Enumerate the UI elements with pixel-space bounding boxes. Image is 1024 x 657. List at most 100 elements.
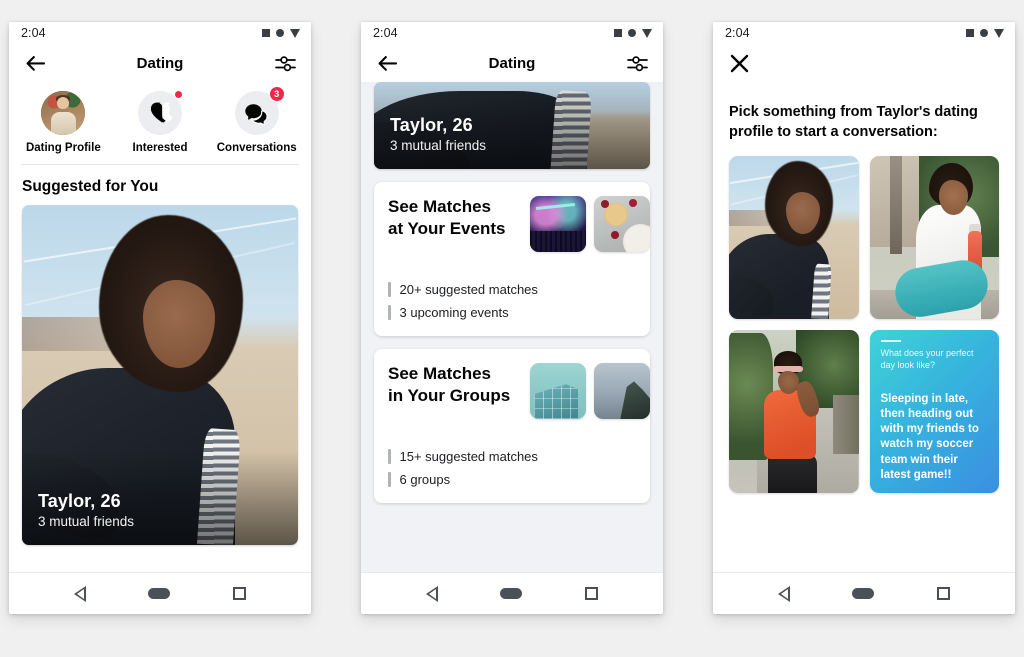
concert-aurora-thumbnail[interactable] — [530, 196, 586, 252]
circle-icon — [979, 28, 988, 38]
shortcut-dating-profile[interactable]: Dating Profile — [15, 91, 112, 154]
profile-question: What does your perfect day look like? — [880, 348, 974, 370]
android-nav-bar — [361, 572, 663, 614]
section-heading-suggested: Suggested for You — [22, 178, 159, 195]
beach-selfie-photo — [729, 156, 859, 319]
android-nav-bar — [9, 572, 311, 614]
shortcut-interested[interactable]: Interested — [112, 90, 209, 154]
matches-feed[interactable]: Taylor, 26 3 mutual friends See Matches … — [361, 82, 663, 572]
conversations-icon-circle: 3 — [234, 86, 285, 135]
card-thumbnails — [530, 196, 650, 252]
interested-badge-dot — [174, 90, 183, 99]
food-plate-thumbnail[interactable] — [594, 196, 650, 252]
phone-1-dating-home: 2:04 Dating Dating Profile Interested 3 … — [9, 22, 311, 614]
android-home-icon[interactable] — [500, 588, 523, 599]
glass-building-thumbnail[interactable] — [530, 363, 586, 419]
profile-banner-card[interactable]: Taylor, 26 3 mutual friends — [374, 82, 650, 169]
see-matches-in-groups-card[interactable]: See Matches in Your Groups 15+ suggested… — [374, 349, 650, 503]
sidewalk-walk-photo — [729, 330, 859, 493]
status-clock: 2:04 — [725, 26, 750, 40]
android-recents-icon[interactable] — [232, 587, 246, 600]
card-stats: 20+ suggested matches 3 upcoming events — [374, 278, 650, 324]
status-clock: 2:04 — [373, 26, 398, 40]
profile-question-answer-tile[interactable]: What does your perfect day look like? Sl… — [869, 330, 999, 493]
card-thumbnails — [530, 363, 650, 419]
quote-rule-icon — [880, 340, 901, 342]
card-title-line-2: in Your Groups — [388, 385, 511, 405]
phone-2-dating-matches: 2:04 Dating Taylor, 26 3 mutual friends … — [361, 22, 663, 614]
double-heart-icon — [150, 102, 173, 123]
coastal-cliff-thumbnail[interactable] — [594, 363, 650, 419]
chat-bubbles-icon — [244, 103, 268, 125]
phone-3-conversation-starter: 2:04 Pick something from Taylor's dating… — [713, 22, 1015, 614]
shortcut-label: Interested — [132, 142, 188, 154]
shortcut-conversations[interactable]: 3 Conversations — [208, 86, 305, 154]
stat-bar-icon — [388, 472, 391, 487]
card-title-line-2: at Your Events — [388, 218, 506, 238]
status-bar: 2:04 — [361, 22, 663, 44]
stat-label: 6 groups — [399, 472, 451, 487]
banner-overlay: Taylor, 26 3 mutual friends — [374, 82, 650, 169]
profile-photo-tile-2[interactable] — [869, 156, 999, 319]
android-nav-bar — [713, 572, 1015, 614]
dating-shortcuts-row: Dating Profile Interested 3 Conversation… — [9, 82, 311, 162]
close-x-icon — [730, 54, 748, 72]
android-recents-icon[interactable] — [936, 587, 950, 600]
profile-name: Taylor, 26 — [390, 115, 473, 135]
stat-bar-icon — [388, 305, 391, 320]
dating-settings-button[interactable] — [624, 50, 650, 76]
stat-label: 20+ suggested matches — [399, 282, 538, 297]
sliders-settings-icon — [626, 55, 648, 71]
profile-avatar — [41, 91, 86, 135]
back-button[interactable] — [374, 50, 400, 76]
page-title: Dating — [136, 54, 184, 72]
android-recents-icon[interactable] — [584, 587, 598, 600]
android-back-icon[interactable] — [426, 585, 439, 602]
profile-mutual-friends: 3 mutual friends — [390, 138, 487, 153]
suggested-profile-card[interactable]: Taylor, 26 3 mutual friends — [22, 205, 298, 545]
status-clock: 2:04 — [21, 26, 46, 40]
back-arrow-icon — [378, 55, 397, 71]
profile-items-grid: What does your perfect day look like? Sl… — [713, 142, 1015, 493]
status-icons — [613, 28, 652, 38]
square-icon — [613, 29, 622, 37]
card-title: See Matches in Your Groups — [388, 363, 510, 407]
status-bar: 2:04 — [9, 22, 311, 44]
profile-photo-tile-1[interactable] — [729, 156, 859, 319]
profile-answer: Sleeping in late, then heading out with … — [880, 392, 979, 481]
close-button[interactable] — [726, 50, 752, 76]
stat-bar-icon — [388, 449, 391, 464]
shortcut-label: Conversations — [216, 142, 297, 154]
card-title: See Matches at Your Events — [388, 196, 505, 240]
yoga-mat-photo — [869, 156, 999, 319]
circle-icon — [275, 28, 284, 38]
profile-card-overlay: Taylor, 26 3 mutual friends — [22, 451, 298, 545]
stat-row: 6 groups — [388, 468, 636, 491]
android-home-icon[interactable] — [852, 588, 875, 599]
dating-feed[interactable]: Suggested for You Taylor, 26 3 mutual fr… — [9, 165, 311, 572]
stat-row: 3 upcoming events — [388, 301, 636, 324]
dating-settings-button[interactable] — [272, 50, 298, 76]
app-bar — [713, 44, 1015, 82]
card-header: See Matches in Your Groups — [374, 363, 650, 419]
card-header: See Matches at Your Events — [374, 196, 650, 252]
back-button[interactable] — [22, 50, 48, 76]
stat-row: 20+ suggested matches — [388, 278, 636, 301]
sliders-settings-icon — [274, 55, 296, 71]
triangle-down-icon — [290, 28, 300, 38]
android-back-icon[interactable] — [74, 585, 87, 602]
screenshot-stage: 2:04 Dating Dating Profile Interested 3 … — [0, 0, 1024, 657]
profile-photo-tile-3[interactable] — [729, 330, 859, 493]
app-bar: Dating — [361, 44, 663, 82]
see-matches-at-events-card[interactable]: See Matches at Your Events 20+ suggested… — [374, 182, 650, 336]
starter-body[interactable]: Pick something from Taylor's dating prof… — [713, 82, 1015, 572]
circle-icon — [627, 28, 636, 38]
shortcut-label: Dating Profile — [25, 142, 101, 154]
app-bar: Dating — [9, 44, 311, 82]
profile-name: Taylor, 26 — [38, 491, 121, 511]
page-title: Dating — [488, 54, 536, 72]
profile-mutual-friends: 3 mutual friends — [38, 514, 135, 529]
android-home-icon[interactable] — [148, 588, 171, 599]
android-back-icon[interactable] — [778, 585, 791, 602]
status-bar: 2:04 — [713, 22, 1015, 44]
